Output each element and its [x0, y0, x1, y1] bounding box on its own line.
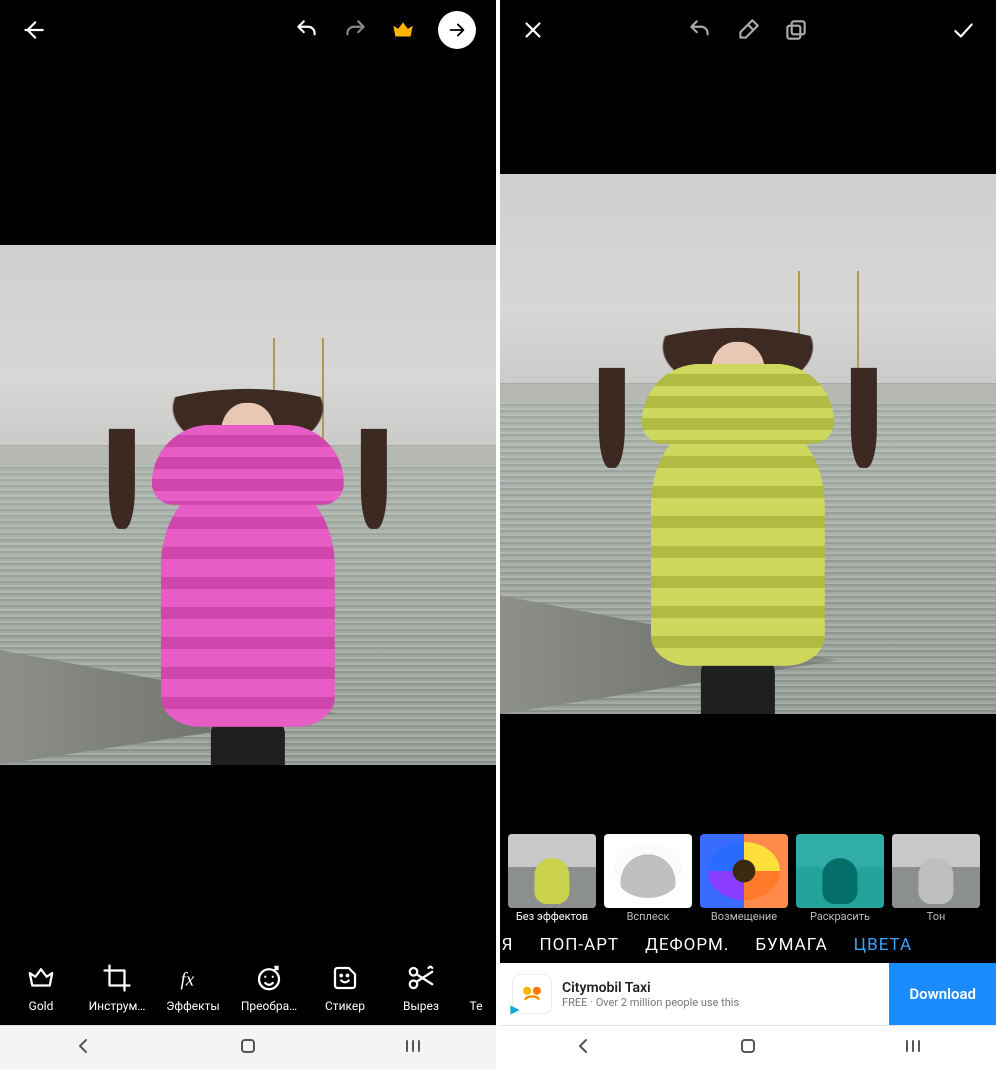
face-retouch-icon	[254, 963, 284, 993]
category-partial[interactable]: IЯ	[500, 935, 513, 955]
tool-instruments[interactable]: Инструм…	[82, 963, 152, 1013]
effect-thumb-row: Без эффектов Всплеск Возмещение Раскрасить Т…	[500, 828, 996, 927]
tool-label: Стикер	[310, 999, 380, 1013]
tool-effects[interactable]: fx Эффекты	[158, 963, 228, 1013]
ad-download-button[interactable]: Download	[889, 963, 996, 1025]
ad-banner[interactable]: Citymobil Taxi FREE · Over 2 million peo…	[500, 963, 996, 1025]
effect-thumb-tone[interactable]: Тон	[892, 834, 980, 923]
thumb-preview	[892, 834, 980, 908]
scissors-icon	[406, 963, 436, 993]
bottom-tool-row: Gold Инструм… fx Эффекты Преобра… Стикер…	[0, 949, 496, 1025]
layers-icon[interactable]	[783, 17, 809, 43]
tool-label: Инструм…	[82, 999, 152, 1013]
thumb-label: Тон	[892, 910, 980, 923]
thumb-label: Без эффектов	[508, 910, 596, 923]
tool-cutout[interactable]: Вырез	[386, 963, 456, 1013]
thumb-label: Раскрасить	[796, 910, 884, 923]
tool-gold[interactable]: Gold	[6, 963, 76, 1013]
fx-icon: fx	[178, 963, 208, 993]
crown-icon	[26, 963, 56, 993]
nav-recent-icon[interactable]	[401, 1034, 425, 1062]
thumb-label: Возмещение	[700, 910, 788, 923]
category-paper[interactable]: БУМАГА	[755, 935, 827, 955]
category-colors[interactable]: ЦВЕТА	[854, 935, 912, 955]
photo-canvas[interactable]	[0, 60, 496, 949]
android-nav-bar	[500, 1025, 996, 1069]
crop-icon	[102, 963, 132, 993]
nav-recent-icon[interactable]	[901, 1034, 925, 1062]
next-button[interactable]	[438, 11, 476, 49]
nav-back-icon[interactable]	[71, 1034, 95, 1062]
undo-icon[interactable]	[294, 17, 320, 43]
redo-icon[interactable]	[342, 17, 368, 43]
premium-crown-icon[interactable]	[390, 17, 416, 43]
category-popart[interactable]: ПОП-АРТ	[539, 935, 619, 955]
android-nav-bar	[0, 1025, 496, 1069]
ad-subtitle: FREE · Over 2 million people use this	[562, 996, 889, 1009]
effect-thumb-colorize[interactable]: Раскрасить	[796, 834, 884, 923]
edited-photo[interactable]	[0, 245, 496, 765]
edited-photo[interactable]	[500, 174, 996, 714]
svg-text:fx: fx	[181, 970, 195, 991]
apply-check-icon[interactable]	[950, 17, 976, 43]
ad-text: Citymobil Taxi FREE · Over 2 million peo…	[562, 980, 889, 1009]
tool-text-partial[interactable]: Те	[462, 963, 490, 1013]
tool-label: Эффекты	[158, 999, 228, 1013]
close-icon[interactable]	[520, 17, 546, 43]
undo-icon[interactable]	[687, 17, 713, 43]
adchoices-icon[interactable]	[508, 1002, 522, 1021]
eraser-icon[interactable]	[735, 17, 761, 43]
thumb-preview	[604, 834, 692, 908]
editor-main-panel: Gold Инструм… fx Эффекты Преобра… Стикер…	[0, 0, 496, 1069]
sticker-icon	[330, 963, 360, 993]
tool-label: Gold	[6, 999, 76, 1013]
category-deform[interactable]: ДЕФОРМ.	[645, 935, 729, 955]
top-toolbar	[0, 0, 496, 60]
thumb-preview	[796, 834, 884, 908]
thumb-label: Всплеск	[604, 910, 692, 923]
effect-thumb-none[interactable]: Без эффектов	[508, 834, 596, 923]
effect-category-row: IЯ ПОП-АРТ ДЕФОРМ. БУМАГА ЦВЕТА	[500, 927, 996, 963]
thumb-preview	[700, 834, 788, 908]
top-toolbar	[500, 0, 996, 60]
nav-back-icon[interactable]	[571, 1034, 595, 1062]
editor-effects-panel: Без эффектов Всплеск Возмещение Раскрасить Т…	[500, 0, 996, 1069]
ad-cta-label: Download	[909, 985, 976, 1003]
tool-label: Те	[462, 999, 490, 1013]
effect-thumb-splash[interactable]: Всплеск	[604, 834, 692, 923]
tool-label: Вырез	[386, 999, 456, 1013]
text-icon	[462, 963, 492, 993]
tool-transform[interactable]: Преобра…	[234, 963, 304, 1013]
back-icon[interactable]	[20, 17, 46, 43]
nav-home-icon[interactable]	[736, 1034, 760, 1062]
ad-title: Citymobil Taxi	[562, 980, 889, 996]
effect-thumb-replace[interactable]: Возмещение	[700, 834, 788, 923]
thumb-preview	[508, 834, 596, 908]
tool-label: Преобра…	[234, 999, 304, 1013]
tool-sticker[interactable]: Стикер	[310, 963, 380, 1013]
nav-home-icon[interactable]	[236, 1034, 260, 1062]
photo-canvas[interactable]	[500, 60, 996, 828]
